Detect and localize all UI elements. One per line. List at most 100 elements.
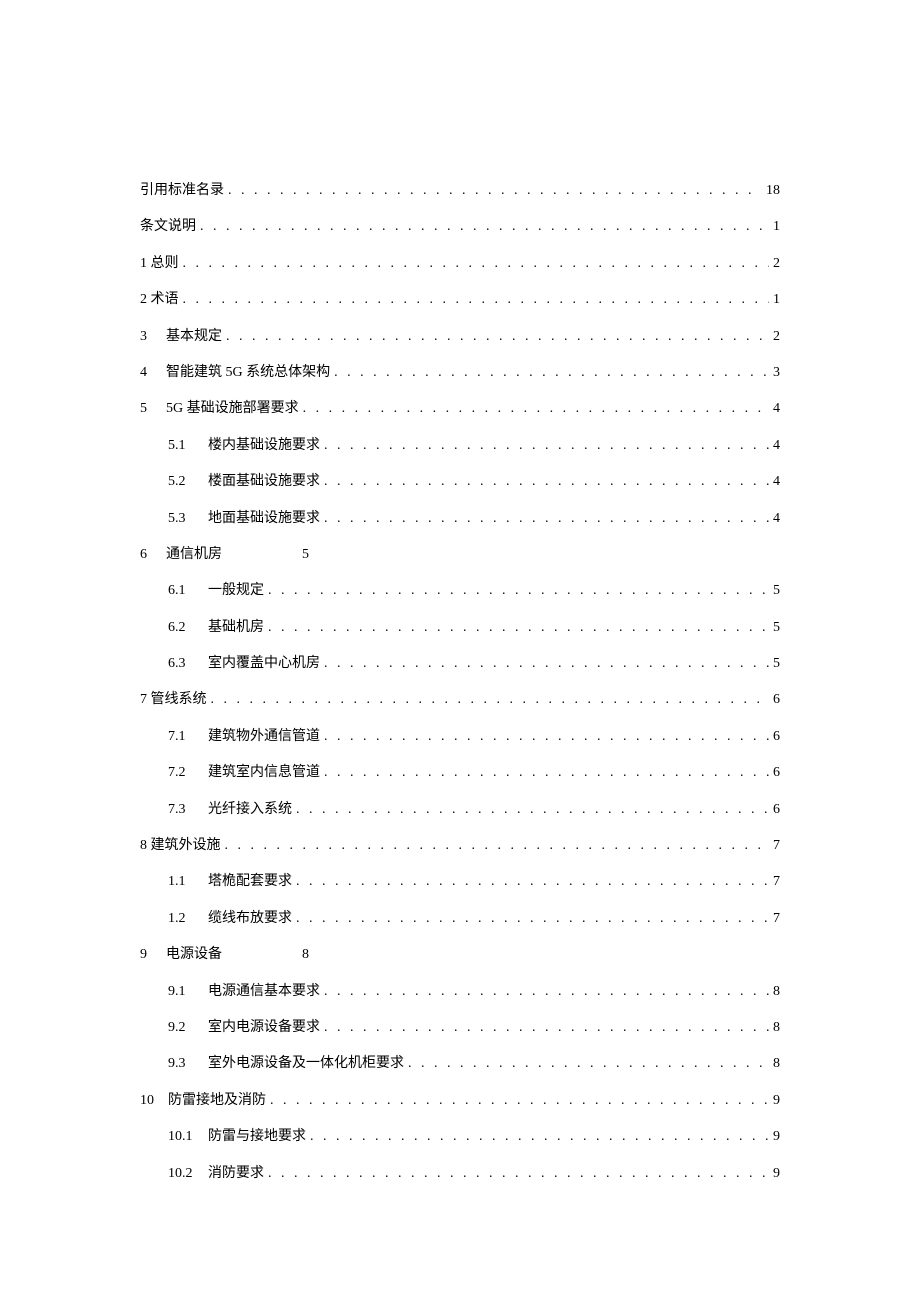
toc-entry[interactable]: 9电源设备8 <box>140 944 780 966</box>
toc-entry[interactable]: 5.2楼面基础设施要求 4 <box>140 471 780 493</box>
toc-entry[interactable]: 9.1电源通信基本要求 8 <box>140 981 780 1003</box>
toc-title: 塔桅配套要求 <box>208 871 292 893</box>
toc-title: 光纤接入系统 <box>208 799 292 821</box>
toc-title: 7 管线系统 <box>140 689 207 711</box>
table-of-contents: 引用标准名录18条文说明11 总则22 术语13基本规定24智能建筑 5G 系统… <box>140 180 780 1185</box>
toc-title: 引用标准名录 <box>140 180 224 202</box>
toc-leader-dots <box>299 398 769 420</box>
toc-title: 楼面基础设施要求 <box>208 471 320 493</box>
toc-leader-dots <box>264 1163 769 1185</box>
toc-page: 9 <box>769 1163 780 1185</box>
toc-title: 楼内基础设施要求 <box>208 435 320 457</box>
toc-page: 8 <box>769 981 780 1003</box>
toc-leader-dots <box>266 1090 769 1112</box>
toc-entry[interactable]: 6.2基础机房5 <box>140 617 780 639</box>
toc-page: 18 <box>762 180 780 202</box>
toc-entry[interactable]: 4智能建筑 5G 系统总体架构3 <box>140 362 780 384</box>
toc-entry[interactable]: 6.3室内覆盖中心机房5 <box>140 653 780 675</box>
toc-leader-dots <box>330 362 769 384</box>
toc-entry[interactable]: 7 管线系统6 <box>140 689 780 711</box>
toc-title: 2 术语 <box>140 289 179 311</box>
toc-page: 8 <box>769 1053 780 1075</box>
toc-page: 6 <box>769 799 780 821</box>
toc-entry[interactable]: 6通信机房5 <box>140 544 780 566</box>
toc-number: 3 <box>140 326 166 348</box>
toc-title: 8 建筑外设施 <box>140 835 221 857</box>
toc-entry[interactable]: 2 术语 1 <box>140 289 780 311</box>
toc-entry[interactable]: 5.3地面基础设施要求4 <box>140 508 780 530</box>
toc-leader-dots <box>292 908 769 930</box>
toc-title: 1 总则 <box>140 253 179 275</box>
toc-page: 2 <box>769 326 780 348</box>
toc-page: 1 <box>769 216 780 238</box>
toc-number: 10 <box>140 1090 168 1112</box>
toc-leader-dots <box>179 289 770 311</box>
toc-number: 1.2 <box>168 908 208 930</box>
toc-entry[interactable]: 10.2消防要求9 <box>140 1163 780 1185</box>
toc-title: 5G 基础设施部署要求 <box>166 398 299 420</box>
toc-entry[interactable]: 5.1楼内基础设施要求4 <box>140 435 780 457</box>
toc-leader-dots <box>264 617 769 639</box>
toc-entry[interactable]: 6.1一般规定5 <box>140 580 780 602</box>
toc-number: 9.1 <box>168 981 208 1003</box>
toc-page: 5 <box>222 544 309 566</box>
toc-entry[interactable]: 条文说明1 <box>140 216 780 238</box>
toc-title: 室内电源设备要求 <box>208 1017 320 1039</box>
toc-leader-dots <box>222 326 769 348</box>
toc-entry[interactable]: 55G 基础设施部署要求4 <box>140 398 780 420</box>
toc-number: 5.2 <box>168 471 208 493</box>
toc-page: 5 <box>769 580 780 602</box>
toc-entry[interactable]: 9.2室内电源设备要求8 <box>140 1017 780 1039</box>
toc-page: 1 <box>769 289 780 311</box>
toc-entry[interactable]: 引用标准名录 18 <box>140 180 780 202</box>
toc-title: 缆线布放要求 <box>208 908 292 930</box>
toc-leader-dots <box>320 726 769 748</box>
toc-entry[interactable]: 7.2建筑室内信息管道6 <box>140 762 780 784</box>
toc-leader-dots <box>292 871 769 893</box>
toc-number: 10.1 <box>168 1126 208 1148</box>
toc-number: 7.3 <box>168 799 208 821</box>
toc-page: 9 <box>769 1126 780 1148</box>
toc-page: 7 <box>769 871 780 893</box>
toc-title: 防雷与接地要求 <box>208 1126 306 1148</box>
toc-page: 4 <box>769 508 780 530</box>
toc-leader-dots <box>404 1053 769 1075</box>
toc-leader-dots <box>320 981 769 1003</box>
toc-title: 智能建筑 5G 系统总体架构 <box>166 362 330 384</box>
toc-entry[interactable]: 3基本规定 2 <box>140 326 780 348</box>
toc-number: 7.1 <box>168 726 208 748</box>
toc-page: 7 <box>769 908 780 930</box>
toc-entry[interactable]: 1.2缆线布放要求 7 <box>140 908 780 930</box>
toc-entry[interactable]: 7.3光纤接入系统 6 <box>140 799 780 821</box>
toc-title: 建筑室内信息管道 <box>208 762 320 784</box>
toc-title: 电源通信基本要求 <box>208 981 320 1003</box>
toc-number: 9.3 <box>168 1053 208 1075</box>
toc-number: 9 <box>140 944 166 966</box>
toc-page: 6 <box>769 726 780 748</box>
toc-title: 电源设备 <box>166 944 222 966</box>
toc-leader-dots <box>207 689 770 711</box>
toc-leader-dots <box>320 471 769 493</box>
toc-page: 8 <box>769 1017 780 1039</box>
toc-title: 室内覆盖中心机房 <box>208 653 320 675</box>
toc-entry[interactable]: 1.1塔桅配套要求 7 <box>140 871 780 893</box>
toc-number: 1.1 <box>168 871 208 893</box>
toc-leader-dots <box>320 1017 769 1039</box>
toc-number: 6.2 <box>168 617 208 639</box>
toc-title: 建筑物外通信管道 <box>208 726 320 748</box>
toc-page: 6 <box>769 762 780 784</box>
toc-title: 基本规定 <box>166 326 222 348</box>
toc-entry[interactable]: 7.1建筑物外通信管道 6 <box>140 726 780 748</box>
toc-number: 10.2 <box>168 1163 208 1185</box>
toc-entry[interactable]: 10.1防雷与接地要求 9 <box>140 1126 780 1148</box>
toc-leader-dots <box>306 1126 769 1148</box>
toc-leader-dots <box>292 799 769 821</box>
toc-page: 5 <box>769 653 780 675</box>
toc-leader-dots <box>264 580 769 602</box>
toc-entry[interactable]: 9.3室外电源设备及一体化机柜要求8 <box>140 1053 780 1075</box>
toc-page: 4 <box>769 471 780 493</box>
toc-entry[interactable]: 8 建筑外设施7 <box>140 835 780 857</box>
toc-entry[interactable]: 10防雷接地及消防9 <box>140 1090 780 1112</box>
toc-leader-dots <box>196 216 769 238</box>
toc-entry[interactable]: 1 总则2 <box>140 253 780 275</box>
